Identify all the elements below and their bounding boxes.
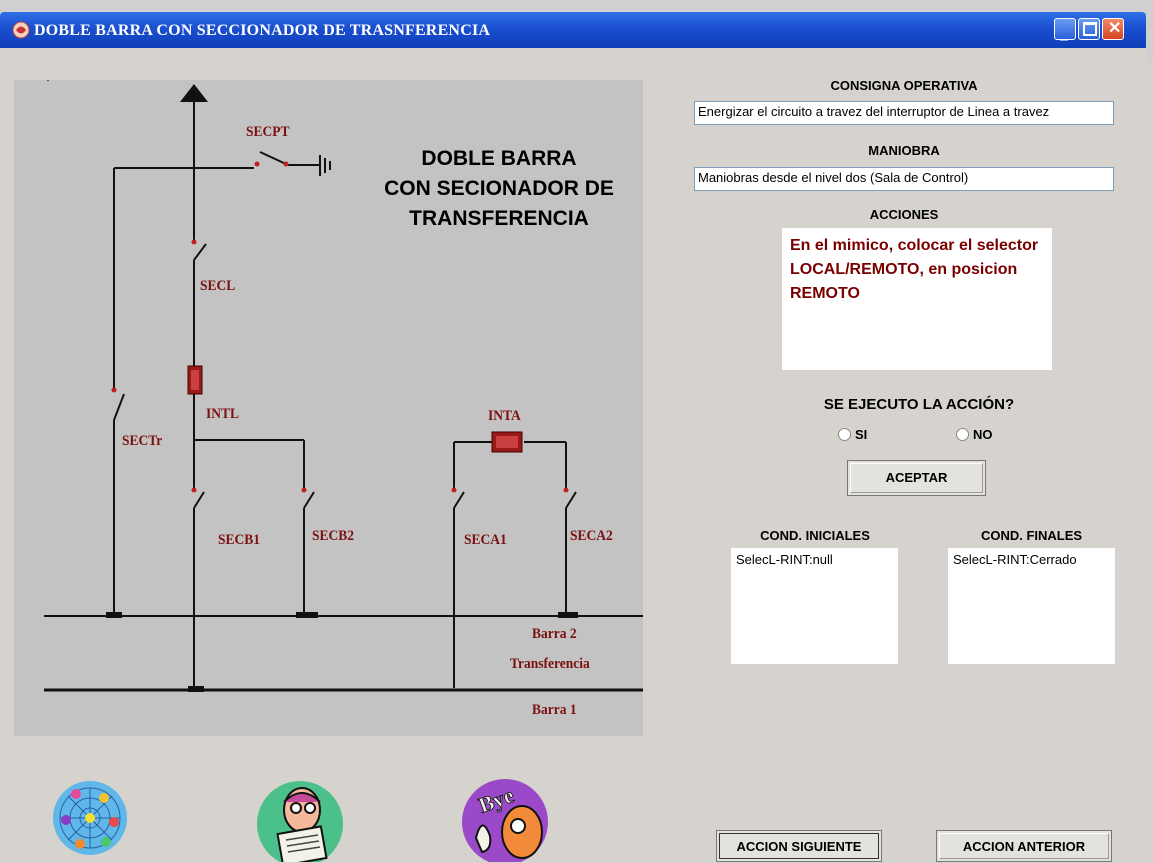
cond-finales-box[interactable]: SelecL-RINT:Cerrado [948,548,1115,664]
cond-finales-value: SelecL-RINT:Cerrado [953,552,1077,567]
bye-icon[interactable]: Bye [460,778,550,862]
label-seca2: SECA2 [570,528,613,544]
diagram-title-line-3: TRANSFERENCIA [409,207,589,230]
reading-person-icon[interactable] [256,780,344,862]
radio-no-circle[interactable] [956,428,969,441]
question-label: SE EJECUTO LA ACCIÓN? [823,396,1015,413]
acciones-textarea[interactable]: En el mimico, colocar el selector LOCAL/… [782,228,1052,370]
network-people-icon[interactable] [52,780,128,856]
radio-no-label: NO [973,427,993,442]
aceptar-button[interactable]: ACEPTAR [847,460,986,496]
label-seca1: SECA1 [464,532,507,548]
cond-finales-label: COND. FINALES [980,528,1083,543]
maximize-button[interactable] [1078,18,1100,40]
accion-siguiente-label: ACCION SIGUIENTE [736,839,862,854]
title-bar[interactable]: DOBLE BARRA CON SECCIONADOR DE TRASNFERE… [0,12,1146,48]
label-secb2: SECB2 [312,528,355,544]
accion-siguiente-button[interactable]: ACCION SIGUIENTE [716,830,882,862]
accion-anterior-label: ACCION ANTERIOR [962,839,1086,854]
diagram-title: DOBLE BARRA CON SECIONADOR DE TRANSFEREN… [369,144,629,234]
radio-no[interactable]: NO [956,427,993,442]
consigna-label: CONSIGNA OPERATIVA [830,78,978,93]
label-inta: INTA [488,408,521,424]
acciones-label: ACCIONES [869,207,939,222]
label-secb1: SECB1 [218,532,261,548]
diagram-title-line-2: CON SECIONADOR DE [384,177,614,200]
acciones-text: En el mimico, colocar el selector LOCAL/… [790,237,1039,302]
radio-si[interactable]: SI [838,427,867,442]
label-secpt: SECPT [246,124,290,140]
label-secl: SECL [200,278,236,294]
diagram-title-line-1: DOBLE BARRA [421,147,577,170]
single-line-diagram: DOBLE BARRA CON SECIONADOR DE TRANSFEREN… [14,80,643,736]
label-sectr: SECTr [122,433,163,449]
minimize-button[interactable]: _ [1054,18,1076,41]
cond-iniciales-value: SelecL-RINT:null [736,552,833,567]
window-title: DOBLE BARRA CON SECCIONADOR DE TRASNFERE… [34,22,491,39]
label-intl: INTL [206,406,240,422]
maniobra-field[interactable]: Maniobras desde el nivel dos (Sala de Co… [694,167,1114,191]
cond-iniciales-label: COND. INICIALES [760,528,870,543]
label-transferencia: Transferencia [510,656,590,672]
cond-iniciales-box[interactable]: SelecL-RINT:null [731,548,898,664]
radio-si-label: SI [855,427,868,442]
close-button[interactable]: ✕ [1102,18,1124,40]
label-barra2: Barra 2 [532,626,577,642]
consigna-field[interactable]: Energizar el circuito a travez del inter… [694,101,1114,125]
app-icon [12,21,30,39]
label-barra1: Barra 1 [532,702,577,718]
radio-si-circle[interactable] [838,428,851,441]
aceptar-button-label: ACEPTAR [885,470,948,485]
accion-anterior-button[interactable]: ACCION ANTERIOR [936,830,1112,862]
maniobra-label: MANIOBRA [868,143,940,158]
